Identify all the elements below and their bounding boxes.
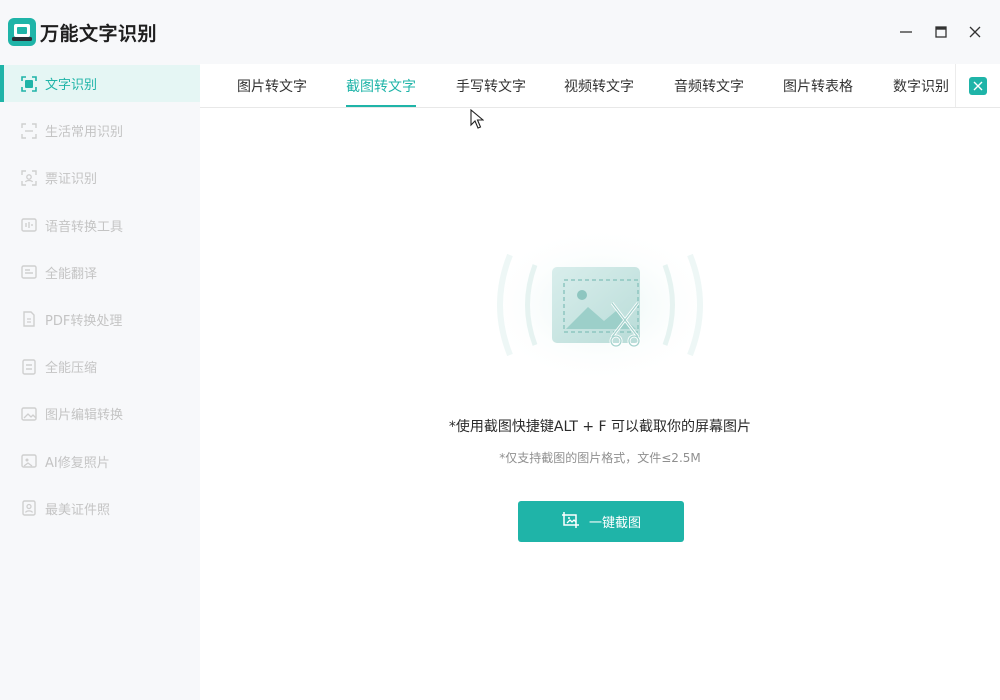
audio-convert-icon <box>20 216 38 234</box>
text-scan-icon <box>20 75 38 93</box>
tab-audio-to-text[interactable]: 音频转文字 <box>674 64 744 107</box>
app-brand: 万能文字识别 <box>8 17 157 47</box>
image-edit-icon <box>20 405 38 423</box>
tab-label: 图片转文字 <box>237 78 307 95</box>
app-title: 万能文字识别 <box>40 22 158 45</box>
sidebar-item-pdf[interactable]: PDF转换处理 <box>0 301 200 338</box>
sidebar-item-label: 语音转换工具 <box>45 219 124 235</box>
app-logo-icon <box>8 18 36 46</box>
maximize-button[interactable] <box>931 22 951 42</box>
tab-scroll-button[interactable] <box>955 64 1000 107</box>
close-button[interactable] <box>965 22 985 42</box>
scan-frame-icon <box>20 122 38 140</box>
tab-image-to-text[interactable]: 图片转文字 <box>237 64 307 107</box>
title-bar <box>200 0 1000 64</box>
format-hint: *仅支持截图的图片格式，文件≤2.5M <box>499 451 701 465</box>
tab-screenshot-to-text[interactable]: 截图转文字 <box>346 64 416 107</box>
sidebar-item-label: 票证识别 <box>45 172 98 188</box>
expand-icon <box>969 76 987 95</box>
sidebar-item-compress[interactable]: 全能压缩 <box>0 348 200 385</box>
tab-label: 视频转文字 <box>564 78 634 95</box>
sidebar-item-label: 生活常用识别 <box>45 125 124 141</box>
sidebar-item-id-photo[interactable]: 最美证件照 <box>0 490 200 527</box>
tab-handwriting-to-text[interactable]: 手写转文字 <box>456 64 526 107</box>
sidebar-item-label: PDF转换处理 <box>45 313 123 329</box>
sidebar-item-audio-tools[interactable]: 语音转换工具 <box>0 207 200 244</box>
tab-label: 截图转文字 <box>346 78 416 95</box>
sidebar-item-label: 最美证件照 <box>45 502 111 518</box>
screenshot-illustration <box>480 225 720 395</box>
sidebar-item-translate[interactable]: 全能翻译 <box>0 254 200 291</box>
one-click-screenshot-button[interactable]: 一键截图 <box>518 501 684 542</box>
tab-label: 手写转文字 <box>456 78 526 95</box>
sidebar-item-text-recognition[interactable]: 文字识别 <box>0 65 200 102</box>
tab-image-to-table[interactable]: 图片转表格 <box>783 64 853 107</box>
tab-label: 数字识别 <box>893 78 949 95</box>
shortcut-hint: *使用截图快捷键ALT + F 可以截取你的屏幕图片 <box>448 419 752 435</box>
tab-video-to-text[interactable]: 视频转文字 <box>564 64 634 107</box>
minimize-button[interactable] <box>896 22 916 42</box>
id-photo-icon <box>20 499 38 517</box>
screenshot-icon <box>561 511 581 533</box>
sidebar: 万能文字识别 文字识别 生活常用识别 票证识别 语音转换工具 全能翻译 PDF转… <box>0 0 200 700</box>
sidebar-item-label: 图片编辑转换 <box>45 408 124 424</box>
sidebar-item-label: 全能压缩 <box>45 361 98 377</box>
tab-label: 音频转文字 <box>674 78 744 95</box>
screenshot-button-label: 一键截图 <box>588 516 641 531</box>
sidebar-item-image-edit[interactable]: 图片编辑转换 <box>0 395 200 432</box>
minimize-icon <box>900 31 912 33</box>
tab-label: 图片转表格 <box>783 78 853 95</box>
id-scan-icon <box>20 169 38 187</box>
ai-repair-icon <box>20 452 38 470</box>
sidebar-item-label: AI修复照片 <box>45 455 110 471</box>
tab-bar: 图片转文字 截图转文字 手写转文字 视频转文字 音频转文字 图片转表格 数字识别 <box>200 64 1000 108</box>
sidebar-item-ai-repair[interactable]: AI修复照片 <box>0 443 200 480</box>
sidebar-nav: 文字识别 生活常用识别 票证识别 语音转换工具 全能翻译 PDF转换处理 全能压… <box>0 65 200 537</box>
mouse-cursor-icon <box>470 108 485 129</box>
sidebar-item-life-recognition[interactable]: 生活常用识别 <box>0 112 200 149</box>
maximize-icon <box>935 26 947 38</box>
sidebar-item-ticket-recognition[interactable]: 票证识别 <box>0 159 200 196</box>
sidebar-item-label: 全能翻译 <box>45 266 98 282</box>
tab-number-recognition[interactable]: 数字识别 <box>893 64 955 107</box>
compress-icon <box>20 358 38 376</box>
pdf-icon <box>20 310 38 328</box>
translate-icon <box>20 263 38 281</box>
close-icon <box>969 26 981 38</box>
sidebar-item-label: 文字识别 <box>45 78 98 93</box>
